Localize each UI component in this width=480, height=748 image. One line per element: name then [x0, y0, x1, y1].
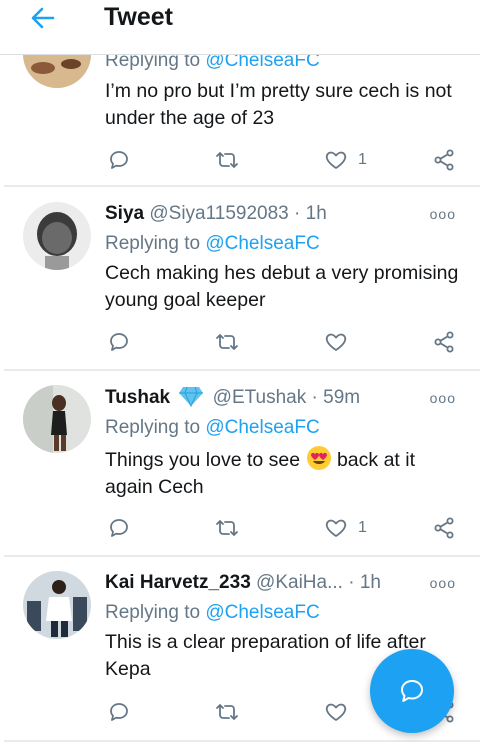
more-options-button[interactable]: ooo — [430, 199, 456, 229]
avatar[interactable] — [23, 385, 91, 453]
avatar[interactable] — [23, 571, 91, 639]
more-options-button[interactable]: ooo — [430, 383, 456, 413]
author-handle[interactable]: @ETushak — [213, 387, 307, 408]
reply-button[interactable] — [107, 698, 131, 726]
like-button[interactable] — [324, 328, 358, 356]
reply-icon — [110, 151, 128, 169]
heart-eyes-emoji — [306, 446, 331, 470]
author-line: Tushak @ETushak · 59m — [105, 383, 360, 413]
replying-to: Replying to @ChelseaFC — [105, 233, 320, 254]
author-name[interactable]: Kai Harvetz_233 — [105, 572, 251, 593]
replying-to: Replying to @ChelseaFC — [105, 602, 320, 623]
reply-button[interactable] — [107, 328, 131, 356]
heart-icon — [325, 519, 347, 537]
retweet-button[interactable] — [215, 514, 239, 542]
author-name[interactable]: Siya — [105, 203, 144, 224]
like-count: 1 — [358, 519, 367, 536]
retweet-icon — [216, 704, 238, 720]
timestamp: 1h — [305, 203, 327, 224]
separator-dot: · — [348, 572, 355, 593]
retweet-button[interactable] — [215, 698, 239, 726]
share-icon — [434, 517, 454, 539]
tweet-text: Cech making hes debut a very promising y… — [105, 262, 459, 311]
share-button[interactable] — [432, 146, 456, 174]
heart-icon — [325, 703, 347, 721]
author-line: Kai Harvetz_233 @KaiHa... · 1h — [105, 568, 381, 598]
avatar[interactable] — [23, 202, 91, 270]
retweet-button[interactable] — [215, 328, 239, 356]
mention-link[interactable]: @ChelseaFC — [205, 233, 319, 254]
reply-icon — [110, 519, 128, 537]
reply-icon — [110, 333, 128, 351]
retweet-icon — [216, 520, 238, 536]
share-button[interactable] — [432, 328, 456, 356]
top-bar: Tweet — [0, 0, 480, 55]
reply-button[interactable] — [107, 514, 131, 542]
author-handle[interactable]: @KaiHa... — [256, 572, 343, 593]
divider — [4, 740, 480, 742]
separator-dot: · — [311, 387, 318, 408]
mention-link[interactable]: @ChelseaFC — [205, 417, 319, 438]
reply-tweet[interactable]: Siya @Siya11592083 · 1h ooo Replying to … — [0, 187, 480, 369]
reply-tweet[interactable]: Tushak @ETushak · 59m ooo Replying to @C… — [0, 371, 480, 555]
tweet-text: I’m no pro but I’m pretty sure cech is n… — [105, 80, 452, 129]
tweet-actions — [105, 328, 465, 356]
like-button[interactable]: 1 — [324, 514, 367, 542]
tweet-actions: 1 — [105, 514, 465, 542]
retweet-icon — [216, 334, 238, 350]
compose-reply-icon — [401, 680, 423, 702]
compose-reply-button[interactable] — [370, 649, 454, 733]
tweet-actions: 1 — [105, 146, 465, 174]
retweet-button[interactable] — [215, 146, 239, 174]
reply-feed: Replying to @ChelseaFC I’m no pro but I’… — [0, 0, 480, 748]
reply-icon — [110, 703, 128, 721]
heart-icon — [325, 333, 347, 351]
like-button[interactable] — [324, 698, 358, 726]
author-name[interactable]: Tushak — [105, 387, 170, 408]
like-button[interactable]: 1 — [324, 146, 367, 174]
reply-button[interactable] — [107, 146, 131, 174]
retweet-icon — [216, 152, 238, 168]
heart-icon — [325, 151, 347, 169]
replying-to: Replying to @ChelseaFC — [105, 417, 320, 438]
mention-link[interactable]: @ChelseaFC — [205, 602, 319, 623]
timestamp: 1h — [359, 572, 381, 593]
more-options-button[interactable]: ooo — [430, 568, 456, 598]
share-button[interactable] — [432, 514, 456, 542]
separator-dot: · — [294, 203, 301, 224]
gem-icon — [179, 386, 204, 408]
tweet-text: Things you love to see back at it again … — [105, 445, 465, 501]
timestamp: 59m — [323, 387, 361, 408]
author-line: Siya @Siya11592083 · 1h — [105, 199, 327, 229]
arrow-left-icon[interactable] — [30, 5, 56, 31]
share-icon — [434, 149, 454, 171]
like-count: 1 — [358, 151, 367, 168]
share-icon — [434, 331, 454, 353]
author-handle[interactable]: @Siya11592083 — [149, 203, 288, 224]
page-title: Tweet — [104, 3, 173, 31]
